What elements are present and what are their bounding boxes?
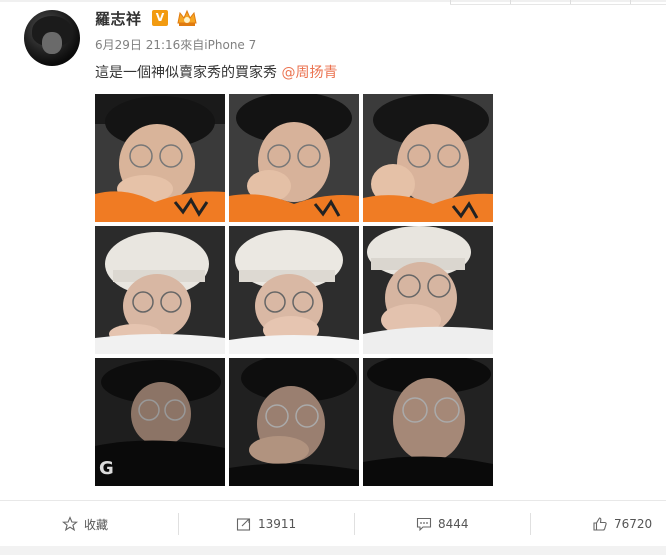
photo-2[interactable]	[229, 94, 359, 222]
bottom-band	[0, 546, 666, 555]
avatar[interactable]	[24, 10, 80, 66]
comment-button[interactable]: 8444	[416, 501, 469, 547]
username[interactable]: 羅志祥	[95, 8, 142, 29]
thumbs-up-icon	[593, 517, 607, 531]
collect-label: 收藏	[84, 517, 109, 532]
like-button[interactable]: 76720	[592, 501, 652, 547]
repost-button[interactable]: 13911	[236, 501, 296, 547]
comment-icon	[416, 517, 432, 532]
post-text: 這是一個神似賣家秀的買家秀 @周扬青	[95, 62, 337, 82]
crown-icon[interactable]	[176, 9, 198, 27]
star-icon	[62, 516, 78, 532]
action-bar: 收藏 13911 8444 76720	[0, 500, 666, 547]
top-tab-edge	[450, 0, 666, 5]
photo-6[interactable]	[363, 226, 493, 354]
like-count: 76720	[614, 517, 653, 531]
photo-9[interactable]	[363, 358, 493, 486]
post-meta: 6月29日 21:16來自iPhone 7	[95, 38, 257, 52]
photo-4[interactable]	[95, 226, 225, 354]
photo-5[interactable]	[229, 226, 359, 354]
repost-count: 13911	[258, 517, 297, 531]
post-body: 這是一個神似賣家秀的買家秀	[95, 65, 277, 81]
mention-link[interactable]: @周扬青	[281, 65, 337, 81]
photo-1[interactable]	[95, 94, 225, 222]
svg-text:G: G	[99, 458, 114, 479]
photo-3[interactable]	[363, 94, 493, 222]
repost-icon	[236, 518, 251, 531]
verified-badge-icon[interactable]: V	[152, 10, 168, 26]
collect-button[interactable]: 收藏	[62, 501, 108, 547]
photo-8[interactable]	[229, 358, 359, 486]
photo-7[interactable]: G	[95, 358, 225, 486]
comment-count: 8444	[438, 517, 469, 531]
